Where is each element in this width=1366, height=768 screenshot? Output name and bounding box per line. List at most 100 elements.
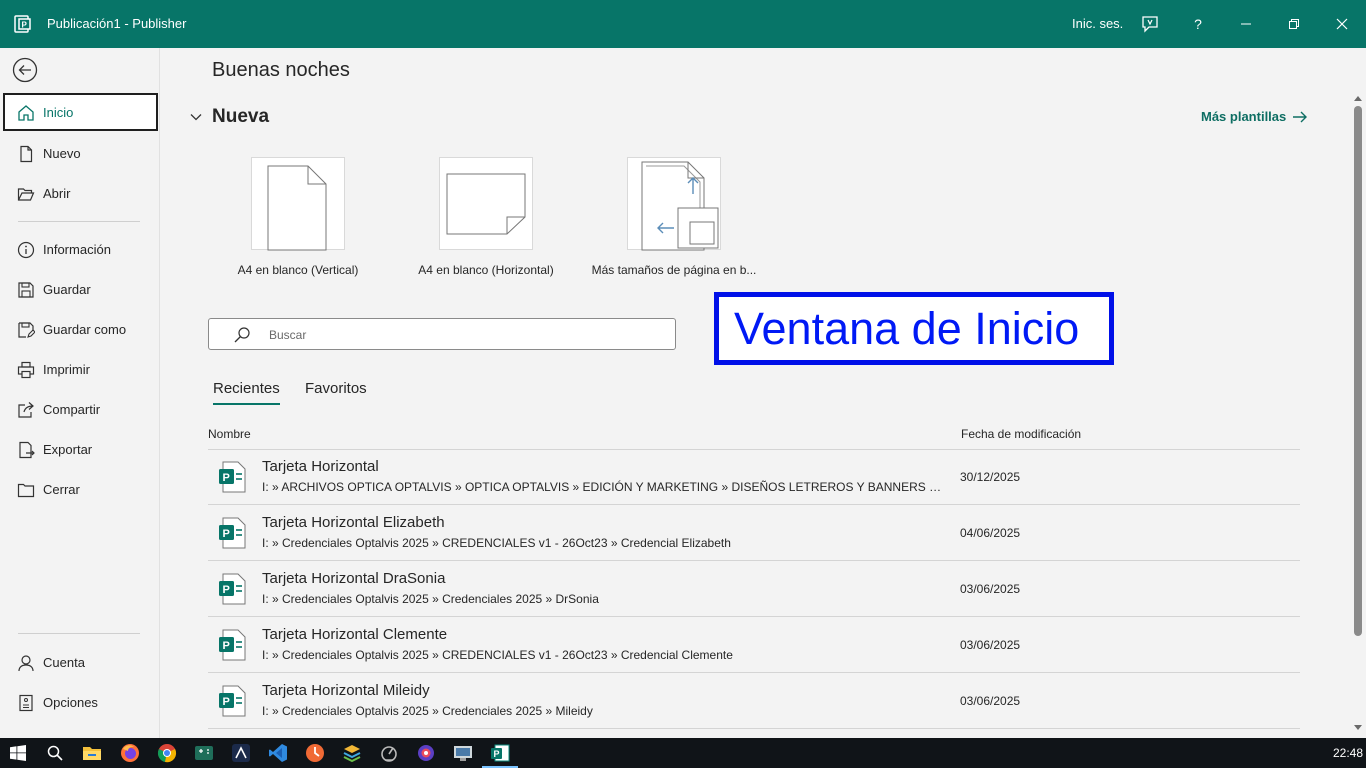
sidebar-item-label: Cuenta (43, 655, 85, 670)
file-date: 03/06/2025 (960, 638, 1021, 652)
app-icon[interactable] (342, 743, 362, 763)
template-label: Más tamaños de página en b... (591, 263, 757, 277)
sidebar-item-label: Nuevo (43, 146, 81, 161)
file-date: 03/06/2025 (960, 582, 1021, 596)
sidebar-item-nuevo[interactable]: Nuevo (3, 134, 158, 172)
chevron-down-icon[interactable] (189, 110, 203, 124)
windows-start-icon[interactable] (8, 743, 28, 763)
file-path: I: » Credenciales Optalvis 2025 » CREDEN… (262, 648, 733, 662)
restore-icon[interactable] (1283, 13, 1305, 35)
svg-text:P: P (223, 640, 230, 652)
table-row[interactable]: P Tarjeta Horizontal DraSonia I: » Crede… (208, 561, 1300, 617)
table-row[interactable]: P Tarjeta Horizontal Mileidy I: » Creden… (208, 673, 1300, 729)
publisher-file-icon: P (218, 461, 246, 493)
arrow-right-icon (1293, 111, 1308, 122)
window-title: Publicación1 - Publisher (47, 16, 187, 31)
scroll-thumb[interactable] (1354, 106, 1362, 636)
sidebar-item-guardar[interactable]: Guardar (3, 270, 158, 308)
tab-recientes[interactable]: Recientes (213, 380, 280, 405)
sidebar-item-inicio[interactable]: Inicio (3, 93, 158, 131)
sidebar-item-label: Compartir (43, 402, 101, 417)
sign-in-button[interactable]: Inic. ses. (1072, 16, 1123, 31)
sidebar-item-label: Imprimir (43, 362, 90, 377)
new-file-icon (17, 145, 35, 163)
file-path: I: » Credenciales Optalvis 2025 » CREDEN… (262, 536, 731, 550)
sidebar-item-exportar[interactable]: Exportar (3, 430, 158, 468)
file-name: Tarjeta Horizontal (262, 458, 379, 475)
page-greeting: Buenas noches (212, 59, 350, 81)
vscode-icon[interactable] (268, 743, 288, 763)
sidebar-item-cerrar[interactable]: Cerrar (3, 470, 158, 508)
sidebar-item-label: Guardar (43, 282, 91, 297)
account-icon (17, 654, 35, 672)
app-icon[interactable] (194, 743, 214, 763)
app-icon[interactable] (305, 743, 325, 763)
publisher-file-icon: P (218, 629, 246, 661)
folder-close-icon (17, 481, 35, 499)
clock[interactable]: 22:48 (1333, 746, 1363, 760)
svg-text:P: P (494, 749, 500, 759)
scroll-down-icon[interactable] (1353, 724, 1363, 732)
svg-text:P: P (22, 21, 28, 30)
column-header-date[interactable]: Fecha de modificación (961, 427, 1081, 441)
search-box[interactable] (208, 318, 676, 350)
sidebar-item-label: Cerrar (43, 482, 80, 497)
svg-text:P: P (223, 584, 230, 596)
app-icon[interactable] (379, 743, 399, 763)
app-icon[interactable] (453, 743, 473, 763)
chrome-icon[interactable] (157, 743, 177, 763)
sidebar-item-guardar-como[interactable]: Guardar como (3, 310, 158, 348)
table-row[interactable]: P Tarjeta Horizontal Elizabeth I: » Cred… (208, 505, 1300, 561)
search-icon[interactable] (45, 743, 65, 763)
sidebar-item-label: Guardar como (43, 322, 127, 337)
publisher-icon[interactable]: P (482, 743, 518, 768)
sidebar-item-label: Inicio (43, 105, 74, 120)
sidebar-item-opciones[interactable]: Opciones (3, 683, 158, 721)
sidebar-item-compartir[interactable]: Compartir (3, 390, 158, 428)
print-icon (17, 361, 35, 379)
section-title-new: Nueva (212, 106, 270, 127)
divider (18, 633, 140, 634)
minimize-icon[interactable] (1235, 13, 1257, 35)
options-icon (17, 694, 35, 712)
home-icon (17, 104, 35, 122)
scroll-up-icon[interactable] (1353, 94, 1363, 102)
template-label: A4 en blanco (Vertical) (237, 263, 359, 277)
search-icon (233, 326, 251, 344)
firefox-icon[interactable] (120, 743, 140, 763)
app-icon[interactable] (416, 743, 436, 763)
back-arrow-icon[interactable] (12, 57, 38, 83)
close-icon[interactable] (1331, 13, 1353, 35)
sidebar-item-label: Abrir (43, 186, 71, 201)
backstage-sidebar: Inicio Nuevo Abrir Información Guardar G… (0, 48, 160, 738)
file-path: I: » Credenciales Optalvis 2025 » Creden… (262, 704, 593, 718)
table-row[interactable]: P Tarjeta Horizontal Clemente I: » Crede… (208, 617, 1300, 673)
table-row[interactable]: P Tarjeta Horizontal I: » ARCHIVOS OPTIC… (208, 449, 1300, 505)
taskbar: P 22:48 (0, 738, 1366, 768)
more-templates-link[interactable]: Más plantillas (1201, 109, 1308, 124)
sidebar-item-abrir[interactable]: Abrir (3, 174, 158, 212)
search-input[interactable] (269, 326, 649, 344)
sidebar-item-informacion[interactable]: Información (3, 230, 158, 268)
file-date: 03/06/2025 (960, 694, 1021, 708)
help-icon[interactable]: ? (1187, 13, 1209, 35)
vertical-scrollbar[interactable] (1350, 90, 1366, 738)
column-header-name[interactable]: Nombre (208, 427, 251, 441)
save-as-icon (17, 321, 36, 339)
sidebar-item-label: Exportar (43, 442, 93, 457)
file-path: I: » ARCHIVOS OPTICA OPTALVIS » OPTICA O… (262, 480, 942, 494)
publisher-file-icon: P (218, 573, 246, 605)
info-icon (17, 241, 35, 259)
file-path: I: » Credenciales Optalvis 2025 » Creden… (262, 592, 599, 606)
app-icon[interactable] (231, 743, 251, 763)
tab-favoritos[interactable]: Favoritos (305, 380, 367, 397)
sidebar-item-cuenta[interactable]: Cuenta (3, 643, 158, 681)
feedback-icon[interactable] (1139, 13, 1161, 35)
template-thumbnail (439, 157, 533, 250)
sidebar-item-imprimir[interactable]: Imprimir (3, 350, 158, 388)
file-date: 04/06/2025 (960, 526, 1021, 540)
sidebar-item-label: Información (43, 242, 111, 257)
publisher-file-icon: P (218, 685, 246, 717)
file-explorer-icon[interactable] (82, 743, 102, 763)
template-thumbnail (627, 157, 721, 251)
